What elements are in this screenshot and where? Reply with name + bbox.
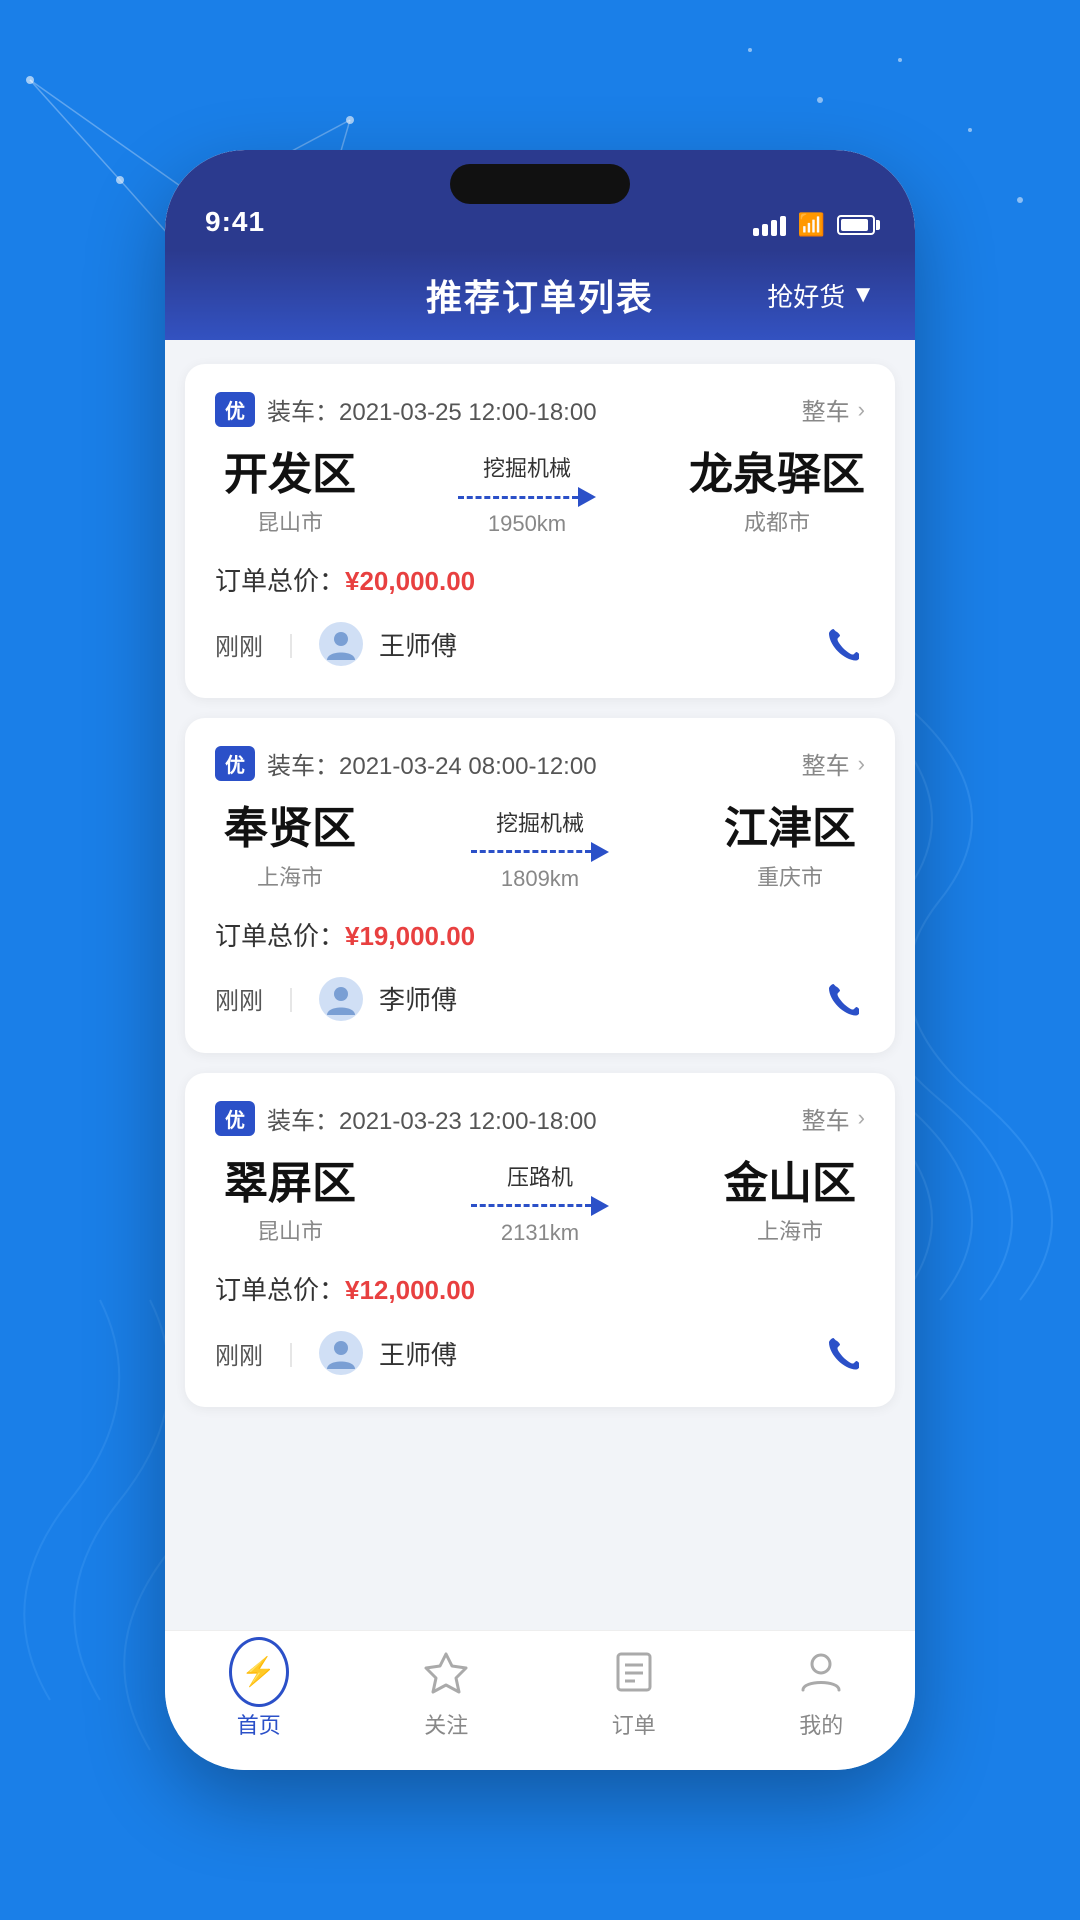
price-value-1: ¥19,000.00 — [345, 921, 475, 951]
time-ago-1: 刚刚 — [215, 981, 263, 1016]
wifi-icon: 📶 — [798, 212, 825, 238]
follow-icon — [422, 1648, 470, 1696]
nav-label-follow: 关注 — [424, 1708, 468, 1740]
nav-label-orders: 订单 — [612, 1708, 656, 1740]
time-ago-2: 刚刚 — [215, 1336, 263, 1371]
route-1: 奉贤区 上海市 挖掘机械 1809km 江津区 重庆市 — [215, 805, 865, 891]
phone-shell: 9:41 📶 推荐订单列表 抢好货 ▼ 优 装车：2 — [165, 150, 915, 1770]
mine-icon-wrap — [791, 1642, 851, 1702]
badge-you-0: 优 — [215, 392, 255, 427]
home-icon-wrap: ⚡ — [229, 1642, 289, 1702]
to-location-1: 江津区 重庆市 — [715, 805, 865, 891]
route-middle-2: 压路机 2131km — [365, 1160, 715, 1246]
from-location-1: 奉贤区 上海市 — [215, 805, 365, 891]
card-type-0: 整车 › — [802, 392, 865, 427]
driver-name-1: 李师傅 — [379, 980, 457, 1017]
call-button-2[interactable] — [817, 1329, 865, 1377]
route-0: 开发区 昆山市 挖掘机械 1950km 龙泉驿区 成都市 — [215, 451, 865, 537]
price-row-2: 订单总价：¥12,000.00 — [215, 1270, 865, 1307]
orders-icon — [610, 1648, 658, 1696]
price-value-0: ¥20,000.00 — [345, 566, 475, 596]
filter-button[interactable]: 抢好货 ▼ — [767, 277, 875, 314]
driver-name-2: 王师傅 — [379, 1335, 457, 1372]
follow-icon-wrap — [416, 1642, 476, 1702]
nav-item-home[interactable]: ⚡ 首页 — [199, 1642, 319, 1740]
driver-avatar-0 — [319, 622, 363, 666]
app-header: 推荐订单列表 抢好货 ▼ — [165, 250, 915, 340]
nav-label-mine: 我的 — [799, 1708, 843, 1740]
route-middle-1: 挖掘机械 1809km — [365, 806, 715, 892]
driver-name-0: 王师傅 — [379, 626, 457, 663]
orders-list: 优 装车：2021-03-25 12:00-18:00 整车 › 开发区 昆山市… — [165, 340, 915, 1630]
bottom-navigation: ⚡ 首页 关注 订单 — [165, 1630, 915, 1770]
call-button-0[interactable] — [817, 620, 865, 668]
driver-avatar-2 — [319, 1331, 363, 1375]
load-time-2: 装车：2021-03-23 12:00-18:00 — [267, 1101, 597, 1136]
route-arrow-1 — [471, 842, 609, 862]
card-type-1: 整车 › — [802, 746, 865, 781]
nav-label-home: 首页 — [237, 1708, 281, 1740]
chevron-icon-0: › — [858, 397, 865, 423]
notch — [450, 164, 630, 204]
status-bar: 9:41 📶 — [165, 150, 915, 250]
nav-item-follow[interactable]: 关注 — [386, 1642, 506, 1740]
card-type-2: 整车 › — [802, 1101, 865, 1136]
nav-item-orders[interactable]: 订单 — [574, 1642, 694, 1740]
home-icon: ⚡ — [229, 1637, 289, 1707]
nav-item-mine[interactable]: 我的 — [761, 1642, 881, 1740]
chevron-icon-2: › — [858, 1105, 865, 1131]
card-top-2: 优 装车：2021-03-23 12:00-18:00 整车 › — [215, 1101, 865, 1136]
badge-you-1: 优 — [215, 746, 255, 781]
status-icons: 📶 — [753, 212, 875, 238]
price-row-0: 订单总价：¥20,000.00 — [215, 561, 865, 598]
call-button-1[interactable] — [817, 975, 865, 1023]
route-middle-0: 挖掘机械 1950km — [365, 451, 689, 537]
driver-avatar-1 — [319, 977, 363, 1021]
driver-row-2: 刚刚 ｜ 王师傅 — [215, 1329, 865, 1377]
time-ago-0: 刚刚 — [215, 627, 263, 662]
badge-you-2: 优 — [215, 1101, 255, 1136]
battery-icon — [837, 215, 875, 235]
route-arrow-2 — [471, 1196, 609, 1216]
status-time: 9:41 — [205, 206, 265, 238]
route-arrow-0 — [458, 487, 596, 507]
load-time-1: 装车：2021-03-24 08:00-12:00 — [267, 746, 597, 781]
orders-icon-wrap — [604, 1642, 664, 1702]
to-location-0: 龙泉驿区 成都市 — [689, 451, 865, 537]
price-value-2: ¥12,000.00 — [345, 1275, 475, 1305]
from-location-2: 翠屏区 昆山市 — [215, 1160, 365, 1246]
to-location-2: 金山区 上海市 — [715, 1160, 865, 1246]
card-top-0: 优 装车：2021-03-25 12:00-18:00 整车 › — [215, 392, 865, 427]
route-2: 翠屏区 昆山市 压路机 2131km 金山区 上海市 — [215, 1160, 865, 1246]
signal-icon — [753, 214, 786, 236]
order-card-2[interactable]: 优 装车：2021-03-23 12:00-18:00 整车 › 翠屏区 昆山市… — [185, 1073, 895, 1407]
load-time-0: 装车：2021-03-25 12:00-18:00 — [267, 392, 597, 427]
mine-icon — [797, 1648, 845, 1696]
driver-row-0: 刚刚 ｜ 王师傅 — [215, 620, 865, 668]
page-title: 推荐订单列表 — [426, 269, 654, 321]
order-card-0[interactable]: 优 装车：2021-03-25 12:00-18:00 整车 › 开发区 昆山市… — [185, 364, 895, 698]
card-top-1: 优 装车：2021-03-24 08:00-12:00 整车 › — [215, 746, 865, 781]
driver-row-1: 刚刚 ｜ 李师傅 — [215, 975, 865, 1023]
from-location-0: 开发区 昆山市 — [215, 451, 365, 537]
filter-icon: ▼ — [851, 281, 875, 309]
order-card-1[interactable]: 优 装车：2021-03-24 08:00-12:00 整车 › 奉贤区 上海市… — [185, 718, 895, 1052]
chevron-icon-1: › — [858, 751, 865, 777]
price-row-1: 订单总价：¥19,000.00 — [215, 916, 865, 953]
filter-label: 抢好货 — [767, 277, 845, 314]
